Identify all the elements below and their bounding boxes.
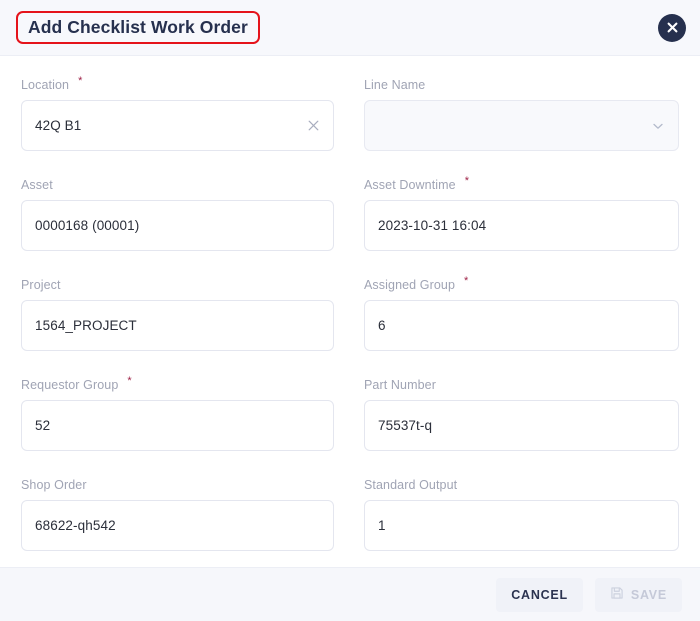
required-marker: *	[464, 175, 470, 187]
add-checklist-work-order-dialog: Add Checklist Work Order Location * 42Q B…	[0, 0, 700, 621]
shop-order-input[interactable]: 68622-qh542	[21, 500, 334, 551]
required-marker: *	[127, 375, 132, 387]
project-value: 1564_PROJECT	[35, 317, 137, 333]
field-requestor-group: Requestor Group * 52	[21, 375, 334, 463]
field-label-asset-downtime: Asset Downtime *	[364, 175, 470, 193]
standard-output-input[interactable]: 1	[364, 500, 679, 551]
field-assigned-group: Assigned Group * 6	[364, 275, 679, 363]
field-label-standard-output: Standard Output	[364, 478, 458, 492]
standard-output-value: 1	[378, 517, 386, 533]
assigned-group-value: 6	[378, 317, 386, 333]
requestor-group-value: 52	[35, 417, 51, 433]
field-project: Project 1564_PROJECT	[21, 278, 334, 363]
field-label-requestor-group: Requestor Group *	[21, 375, 132, 393]
page-title-highlight: Add Checklist Work Order	[16, 11, 260, 44]
shop-order-value: 68622-qh542	[35, 517, 116, 533]
field-label-asset: Asset	[21, 178, 53, 192]
field-location: Location * 42Q B1	[21, 75, 334, 163]
dialog-footer: CANCEL SAVE	[0, 567, 700, 621]
field-standard-output: Standard Output 1	[364, 478, 679, 563]
assigned-group-input[interactable]: 6	[364, 300, 679, 351]
field-label-project: Project	[21, 278, 61, 292]
location-value: 42Q B1	[35, 117, 82, 133]
field-label-line-name: Line Name	[364, 78, 426, 92]
dialog-header: Add Checklist Work Order	[0, 0, 700, 56]
asset-input[interactable]: 0000168 (00001)	[21, 200, 334, 251]
save-button[interactable]: SAVE	[594, 577, 682, 612]
close-button[interactable]	[658, 13, 686, 42]
save-button-label: SAVE	[630, 587, 667, 602]
field-label-assigned-group: Assigned Group *	[364, 275, 469, 293]
part-number-input[interactable]: 75537t-q	[364, 400, 679, 451]
dialog-body: Location * 42Q B1 Line Name Asset 000016…	[0, 56, 700, 567]
part-number-value: 75537t-q	[378, 417, 433, 433]
location-input[interactable]: 42Q B1	[21, 100, 334, 151]
required-marker: *	[78, 75, 83, 87]
cancel-button-label: CANCEL	[511, 587, 568, 602]
page-title: Add Checklist Work Order	[28, 17, 248, 37]
cancel-button[interactable]: CANCEL	[496, 577, 583, 612]
clear-icon[interactable]	[304, 117, 322, 135]
chevron-down-icon[interactable]	[649, 117, 667, 135]
field-shop-order: Shop Order 68622-qh542	[21, 478, 334, 563]
field-line-name: Line Name	[364, 78, 679, 163]
field-label-location: Location *	[21, 75, 83, 93]
save-icon	[610, 586, 624, 603]
project-input[interactable]: 1564_PROJECT	[21, 300, 334, 351]
line-name-select[interactable]	[364, 100, 679, 151]
field-asset-downtime: Asset Downtime * 2023-10-31 16:04	[364, 175, 679, 263]
field-label-part-number: Part Number	[364, 378, 436, 392]
close-icon	[667, 22, 678, 33]
required-marker: *	[464, 275, 469, 287]
work-order-form: Location * 42Q B1 Line Name Asset 000016…	[21, 75, 679, 567]
asset-value: 0000168 (00001)	[35, 217, 140, 233]
field-asset: Asset 0000168 (00001)	[21, 178, 334, 263]
field-part-number: Part Number 75537t-q	[364, 378, 679, 463]
requestor-group-input[interactable]: 52	[21, 400, 334, 451]
field-label-shop-order: Shop Order	[21, 478, 87, 492]
asset-downtime-input[interactable]: 2023-10-31 16:04	[364, 200, 679, 251]
asset-downtime-value: 2023-10-31 16:04	[378, 217, 487, 233]
